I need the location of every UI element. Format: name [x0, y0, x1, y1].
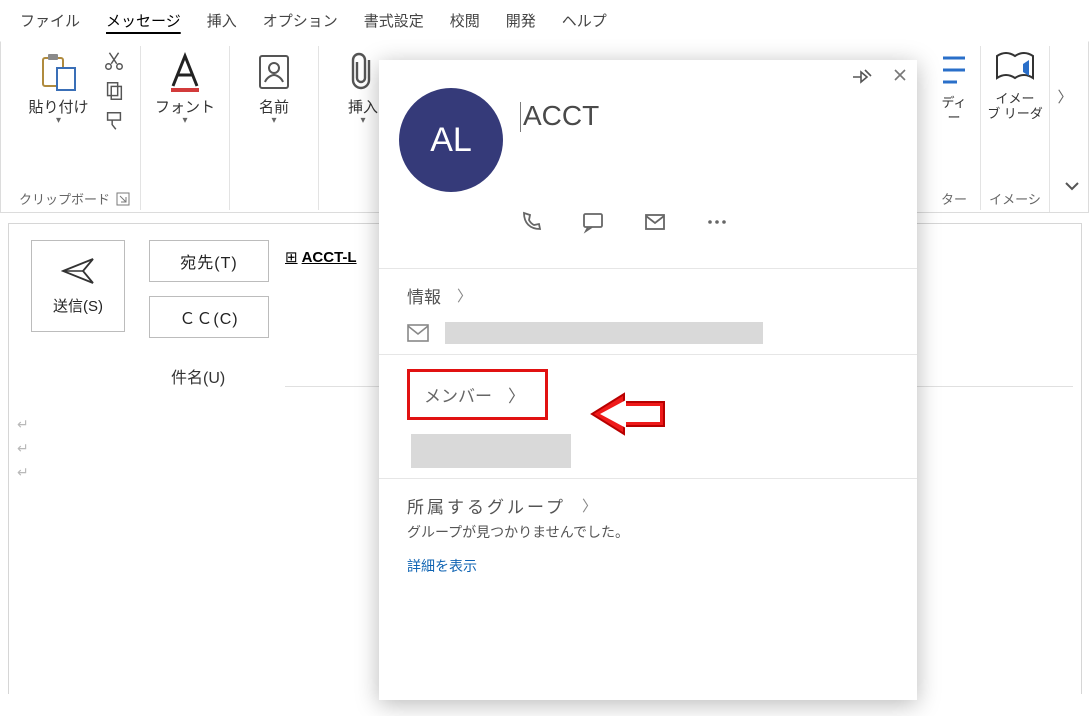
info-label: 情報	[407, 283, 441, 308]
immersive-label-2: ブ リーダ	[987, 103, 1043, 122]
editor-button[interactable]: ディ ー	[934, 50, 974, 126]
immersive-caption: イメーシ	[989, 189, 1041, 208]
tab-insert[interactable]: 挿入	[195, 4, 249, 37]
tab-help[interactable]: ヘルプ	[550, 4, 619, 37]
subject-label: 件名(U)	[171, 364, 225, 388]
dialog-launcher-icon[interactable]	[116, 192, 130, 206]
chevron-down-icon: ▾	[361, 115, 366, 126]
contact-card: AL ACCT 情報 〉	[379, 60, 917, 700]
tab-strip: ファイル メッセージ 挿入 オプション 書式設定 校閲 開発 ヘルプ	[0, 0, 1089, 40]
group-names: 名前 ▾	[230, 46, 319, 210]
call-button[interactable]	[519, 210, 543, 234]
paperclip-icon	[343, 50, 383, 94]
pin-icon	[851, 68, 873, 86]
to-button[interactable]: 宛先(T)	[149, 240, 269, 282]
paste-button[interactable]: 貼り付け ▾	[25, 50, 93, 126]
more-icon	[705, 210, 729, 234]
chevron-right-icon: 〉	[457, 285, 472, 306]
editor-icon	[939, 50, 969, 90]
show-details-link[interactable]: 詳細を表示	[407, 556, 477, 576]
section-info: 情報 〉	[379, 269, 917, 354]
chevron-right-icon: 〉	[1057, 86, 1072, 107]
group-clipboard: 貼り付け ▾ クリップボード	[9, 46, 141, 210]
tab-file[interactable]: ファイル	[8, 4, 92, 37]
phone-icon	[519, 210, 543, 234]
groups-header[interactable]: 所属するグループ 〉	[407, 493, 889, 518]
names-label: 名前	[259, 96, 289, 117]
chevron-down-icon: ▾	[56, 115, 61, 126]
mail-icon	[643, 210, 667, 234]
email-value-redacted	[445, 322, 763, 344]
send-button[interactable]: 送信(S)	[31, 240, 125, 332]
groups-label: 所属するグループ	[407, 493, 566, 518]
chevron-right-icon: 〉	[582, 495, 597, 516]
tab-review[interactable]: 校閲	[438, 4, 492, 37]
close-button[interactable]	[893, 68, 907, 82]
cut-icon[interactable]	[103, 50, 125, 72]
group-font: フォント ▾	[141, 46, 230, 210]
expand-plus-icon: ⊞	[285, 248, 298, 266]
members-label: メンバー	[424, 382, 492, 407]
member-value-redacted	[411, 434, 571, 468]
editor-caption: ター	[941, 189, 967, 208]
mail-icon	[407, 324, 429, 342]
copy-icon[interactable]	[103, 80, 125, 102]
annotation-arrow	[586, 390, 666, 438]
attach-label: 挿入	[348, 96, 378, 117]
pin-button[interactable]	[851, 68, 873, 86]
chevron-down-icon: ▾	[183, 115, 188, 126]
section-groups: 所属するグループ 〉 グループが見つかりませんでした。 詳細を表示	[379, 479, 917, 586]
tab-developer[interactable]: 開発	[494, 4, 548, 37]
ribbon-collapse-button[interactable]	[1059, 173, 1085, 199]
chat-icon	[581, 210, 605, 234]
email-button[interactable]	[643, 210, 667, 234]
members-header[interactable]: メンバー 〉	[407, 369, 548, 420]
clipboard-caption: クリップボード	[19, 189, 110, 208]
tab-options[interactable]: オプション	[251, 4, 350, 37]
chevron-right-icon: 〉	[508, 382, 525, 407]
tab-format[interactable]: 書式設定	[352, 4, 436, 37]
group-editor-partial: ディ ー ター	[928, 46, 981, 210]
font-button[interactable]: フォント ▾	[151, 50, 219, 126]
to-recipient-chip[interactable]: ⊞ ACCT-L	[285, 248, 357, 266]
font-a-icon	[163, 50, 207, 94]
avatar: AL	[399, 88, 503, 192]
chevron-down-icon	[1063, 177, 1081, 195]
more-button[interactable]	[705, 210, 729, 234]
tab-message[interactable]: メッセージ	[94, 4, 193, 37]
group-immersive-partial: イメー ブ リーダ イメーシ	[981, 46, 1049, 210]
immersive-button[interactable]: イメー ブ リーダ	[987, 50, 1043, 122]
names-button[interactable]: 名前 ▾	[240, 50, 308, 126]
cc-button[interactable]: ＣＣ(C)	[149, 296, 269, 338]
to-recipient-label: ACCT-L	[302, 249, 357, 266]
send-icon	[61, 257, 95, 285]
close-icon	[893, 68, 907, 82]
format-painter-icon[interactable]	[103, 110, 125, 132]
paste-label: 貼り付け	[28, 96, 88, 117]
send-label: 送信(S)	[53, 295, 103, 316]
groups-empty-message: グループが見つかりませんでした。	[407, 522, 889, 542]
info-header[interactable]: 情報 〉	[407, 283, 889, 308]
chat-button[interactable]	[581, 210, 605, 234]
chevron-down-icon: ▾	[272, 115, 277, 126]
font-label: フォント	[155, 96, 215, 117]
paste-icon	[37, 50, 81, 94]
editor-label-2: ー	[947, 107, 960, 126]
book-speaker-icon	[993, 50, 1037, 86]
address-book-icon	[252, 50, 296, 94]
contact-name: ACCT	[523, 100, 599, 132]
